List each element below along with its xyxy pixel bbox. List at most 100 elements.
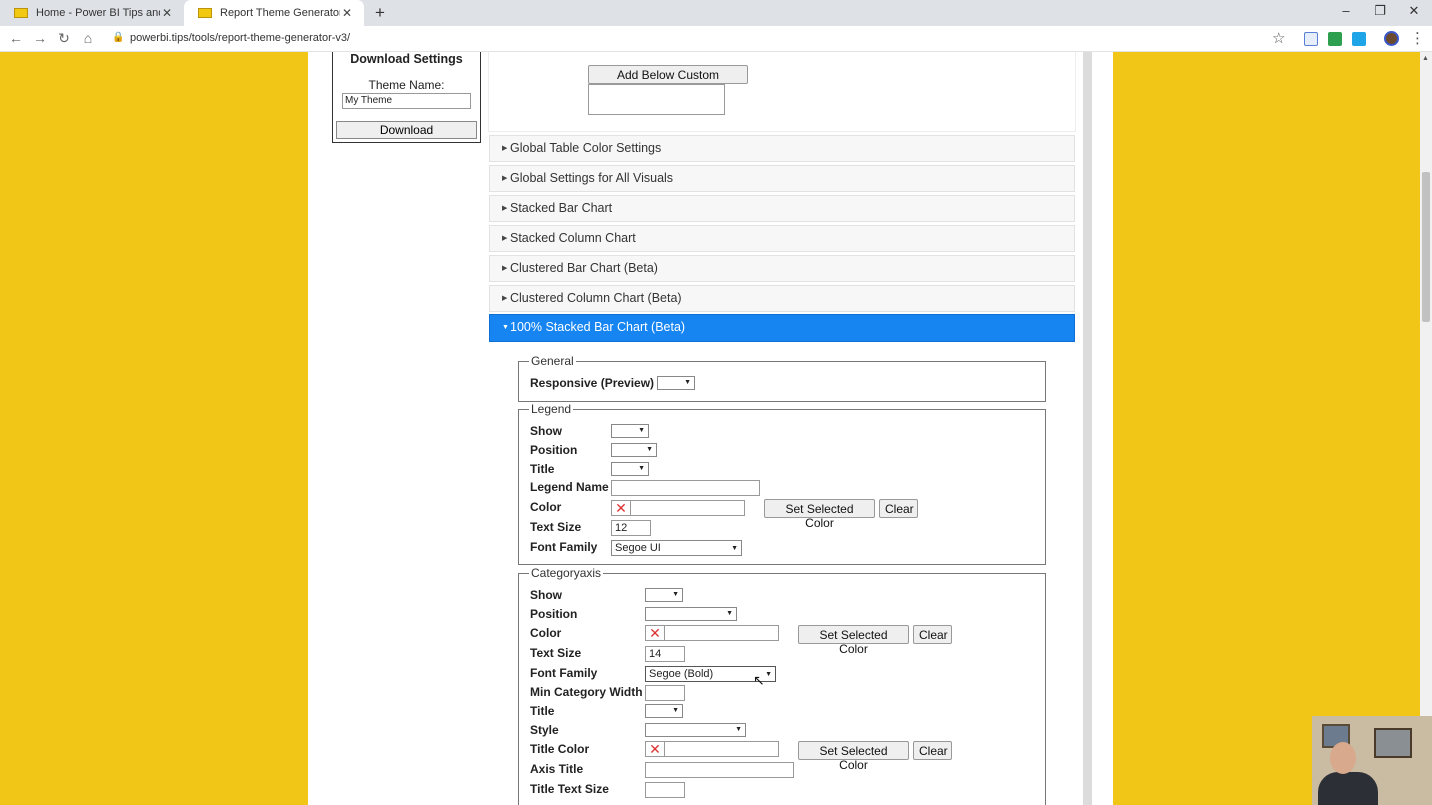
font-family-label: Font Family: [530, 666, 598, 680]
responsive-select[interactable]: ▼: [657, 376, 695, 390]
webcam-wall-frame: [1374, 728, 1412, 758]
dropdown-arrow-icon: ▼: [735, 726, 742, 733]
cat-title-row: Title: [530, 702, 554, 720]
profile-avatar[interactable]: [1384, 31, 1399, 46]
theme-name-input[interactable]: My Theme: [342, 93, 471, 109]
no-color-x-icon: ✕: [649, 625, 661, 641]
close-icon[interactable]: ✕: [340, 6, 354, 20]
close-icon[interactable]: ✕: [160, 6, 174, 20]
color-label: Color: [530, 626, 562, 640]
tab-title: Home - Power BI Tips and Tricks: [36, 7, 160, 19]
tab-home[interactable]: Home - Power BI Tips and Tricks ✕: [0, 0, 184, 26]
legend-font-family-select[interactable]: Segoe UI ▼: [611, 540, 742, 556]
caret-down-icon: ▼: [502, 324, 509, 331]
text-size-label: Text Size: [530, 520, 582, 534]
reload-icon[interactable]: ↻: [55, 30, 73, 47]
forward-arrow-icon[interactable]: →: [31, 30, 49, 46]
color-label: Color: [530, 500, 562, 514]
webcam-person-body: [1318, 772, 1378, 805]
extension-table-icon[interactable]: [1304, 32, 1318, 46]
cat-axis-title-input[interactable]: [645, 762, 794, 778]
legend-title-row: Title: [530, 460, 554, 478]
cat-title-select[interactable]: ▼: [645, 704, 683, 718]
cat-min-width-row: Min Category Width: [530, 683, 643, 701]
accordion-stacked-column-chart[interactable]: ▶ Stacked Column Chart: [489, 225, 1075, 252]
no-color-x-icon: ✕: [649, 741, 661, 757]
page-background: Download Settings Theme Name: My Theme D…: [0, 52, 1420, 805]
scroll-up-arrow-icon[interactable]: ▲: [1422, 55, 1429, 62]
cat-text-size-row: Text Size: [530, 644, 581, 662]
accordion-100-stacked-bar-chart[interactable]: ▼ 100% Stacked Bar Chart (Beta): [489, 314, 1075, 342]
scrollbar-thumb[interactable]: [1422, 172, 1430, 322]
cat-title-clear-button[interactable]: Clear: [913, 741, 952, 760]
title-label: Title: [530, 462, 555, 476]
custom-colors-textarea[interactable]: [588, 84, 725, 115]
cat-set-selected-color-button[interactable]: Set Selected Color: [798, 625, 909, 656]
accordion-clustered-bar-chart[interactable]: ▶ Clustered Bar Chart (Beta): [489, 255, 1075, 282]
custom-colors-section: Add Below Custom Color(s): [488, 52, 1076, 132]
back-arrow-icon[interactable]: ←: [7, 30, 25, 46]
bookmark-star-icon[interactable]: ☆: [1272, 29, 1285, 47]
dropdown-arrow-icon: ▼: [672, 591, 679, 598]
cat-color-input[interactable]: ✕: [645, 625, 779, 641]
accordion-label: Stacked Column Chart: [510, 231, 636, 245]
cat-title-color-input[interactable]: ✕: [645, 741, 779, 757]
legend-clear-button[interactable]: Clear: [879, 499, 918, 518]
legend-text-size-input[interactable]: 12: [611, 520, 651, 536]
legend-fieldset: Legend Show ▼ Position ▼ Title ▼ Legend …: [518, 402, 1046, 565]
accordion-label: Stacked Bar Chart: [510, 201, 613, 215]
cat-style-select[interactable]: ▼: [645, 723, 746, 737]
add-custom-colors-button[interactable]: Add Below Custom Color(s): [588, 65, 748, 96]
restore-button[interactable]: ❐: [1365, 3, 1395, 19]
window-close-button[interactable]: ✕: [1399, 3, 1429, 19]
no-color-x-icon: ✕: [615, 500, 627, 516]
inner-scrollbar[interactable]: [1083, 52, 1092, 805]
show-label: Show: [530, 588, 562, 602]
legend-name-input[interactable]: [611, 480, 760, 496]
cat-position-select[interactable]: ▼: [645, 607, 737, 621]
download-button[interactable]: Download: [336, 121, 477, 139]
divider: [664, 742, 665, 756]
title-color-label: Title Color: [530, 742, 590, 756]
caret-right-icon: ▶: [502, 175, 508, 182]
page-scrollbar[interactable]: ▲: [1420, 52, 1432, 805]
font-family-label: Font Family: [530, 540, 598, 554]
more-menu-icon[interactable]: ⋮: [1410, 29, 1425, 47]
cat-title-text-size-input[interactable]: [645, 782, 685, 798]
show-label: Show: [530, 424, 562, 438]
accordion-global-settings-all-visuals[interactable]: ▶ Global Settings for All Visuals: [489, 165, 1075, 192]
accordion-global-table-color-settings[interactable]: ▶ Global Table Color Settings: [489, 135, 1075, 162]
caret-right-icon: ▶: [502, 235, 508, 242]
tab-report-theme-generator[interactable]: Report Theme Generator V3 - Po ✕: [184, 0, 364, 26]
divider: [664, 626, 665, 640]
caret-right-icon: ▶: [502, 145, 508, 152]
new-tab-button[interactable]: +: [370, 3, 390, 23]
title-label: Title: [530, 704, 555, 718]
mouse-cursor-icon: ↖: [753, 672, 765, 688]
extension-green-icon[interactable]: [1328, 32, 1342, 46]
accordion-clustered-column-chart[interactable]: ▶ Clustered Column Chart (Beta): [489, 285, 1075, 312]
cat-show-select[interactable]: ▼: [645, 588, 683, 602]
minimize-button[interactable]: –: [1331, 3, 1361, 18]
lock-icon: 🔒: [112, 32, 125, 43]
dropdown-arrow-icon: ▼: [638, 465, 645, 472]
legend-position-select[interactable]: ▼: [611, 443, 657, 457]
legend-name-row: Legend Name: [530, 478, 609, 496]
legend-color-input[interactable]: ✕: [611, 500, 745, 516]
general-fieldset: General Responsive (Preview) ▼: [518, 354, 1046, 402]
accordion-stacked-bar-chart[interactable]: ▶ Stacked Bar Chart: [489, 195, 1075, 222]
accordion-label: Clustered Bar Chart (Beta): [510, 261, 658, 275]
legend-title-select[interactable]: ▼: [611, 462, 649, 476]
legend-show-select[interactable]: ▼: [611, 424, 649, 438]
browser-toolbar: ← → ↻ ⌂ 🔒 powerbi.tips/tools/report-them…: [0, 26, 1432, 52]
cat-title-set-selected-color-button[interactable]: Set Selected Color: [798, 741, 909, 772]
position-label: Position: [530, 607, 578, 621]
cat-min-category-width-input[interactable]: [645, 685, 685, 701]
cat-clear-button[interactable]: Clear: [913, 625, 952, 644]
address-bar[interactable]: powerbi.tips/tools/report-theme-generato…: [130, 32, 350, 44]
home-icon[interactable]: ⌂: [79, 30, 97, 46]
accordion-label: Global Settings for All Visuals: [510, 171, 674, 185]
legend-set-selected-color-button[interactable]: Set Selected Color: [764, 499, 875, 530]
extension-windows-icon[interactable]: [1352, 32, 1366, 46]
cat-text-size-input[interactable]: 14: [645, 646, 685, 662]
